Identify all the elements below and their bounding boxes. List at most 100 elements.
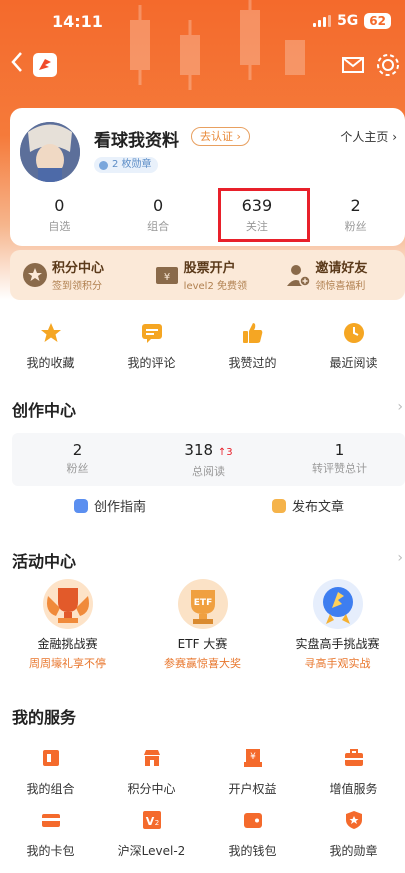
etf-trophy-icon: ETF: [177, 579, 228, 629]
stat-value: 318: [184, 441, 214, 459]
stat-delta: ↑3: [217, 447, 233, 458]
quick-title: 积分中心: [52, 261, 105, 276]
level2-icon: V2: [142, 811, 161, 829]
shortcut-label: 我赞过的: [228, 356, 277, 370]
status-time: 14:11: [52, 12, 103, 31]
svg-text:¥: ¥: [250, 752, 256, 762]
creation-guide-label: 创作指南: [94, 500, 147, 515]
quick-links: 积分中心 签到领积分 ¥ 股票开户 level2 免费领 邀请好友 领惊喜福利: [10, 250, 405, 300]
activity-title: 金融挑战赛: [37, 637, 98, 651]
quick-subtitle: 领惊喜福利: [315, 281, 366, 292]
activity-subtitle: 寻高手观实战: [304, 657, 371, 670]
shortcut-row: 我的收藏 我的评论 我赞过的 最近阅读: [0, 318, 405, 378]
shortcut-label: 我的收藏: [26, 356, 75, 370]
service-level2[interactable]: V2 沪深Level-2: [101, 806, 202, 868]
creation-guide-button[interactable]: 创作指南: [74, 496, 146, 515]
service-label: 开户权益: [228, 782, 277, 796]
personal-homepage-link[interactable]: 个人主页 ›: [340, 128, 397, 145]
creation-stats: 2 粉丝 318 ↑3 总阅读 1 转评赞总计: [12, 433, 405, 486]
service-label: 沪深Level-2: [117, 844, 186, 858]
status-bar: 14:11 5G 62: [0, 0, 405, 44]
shortcut-label: 我的评论: [127, 356, 176, 370]
stat-portfolios[interactable]: 0 组合: [109, 194, 208, 244]
stat-value: 0: [153, 196, 164, 215]
signal-icon: [313, 15, 332, 27]
quick-title: 邀请好友: [315, 261, 368, 276]
services-grid: 我的组合 积分中心 ¥ 开户权益 增值服务 我的卡包 V2 沪深Level-2 …: [0, 744, 405, 873]
activity-title: 实盘高手挑战赛: [295, 637, 380, 651]
open-account-link[interactable]: ¥ 股票开户 level2 免费领: [142, 250, 274, 300]
stat-label: 组合: [147, 220, 170, 233]
app-logo-icon: [33, 53, 57, 77]
verify-button[interactable]: 去认证 ›: [191, 127, 250, 146]
comment-icon: [141, 324, 162, 343]
service-label: 增值服务: [329, 782, 378, 796]
service-label: 我的组合: [26, 782, 75, 796]
shop-icon: [143, 750, 160, 766]
card-icon: [41, 814, 60, 827]
stat-value: 2: [72, 441, 83, 459]
activity-subtitle: 周周壕礼享不停: [29, 657, 106, 670]
my-services-title: 我的服务: [12, 708, 77, 727]
service-card-wallet[interactable]: 我的卡包: [0, 806, 101, 868]
invite-friends-link[interactable]: 邀请好友 领惊喜福利: [273, 250, 405, 300]
guide-icon: [74, 498, 88, 513]
stat-followers[interactable]: 2 粉丝: [306, 194, 405, 244]
stat-value: 1: [334, 441, 345, 459]
activity-finance-challenge[interactable]: 金融挑战赛 周周壕礼享不停: [0, 578, 135, 678]
gear-icon[interactable]: [375, 52, 401, 78]
svg-text:ETF: ETF: [193, 598, 211, 608]
briefcase-icon: [344, 749, 363, 766]
medal-icon: [99, 160, 108, 170]
service-points-center[interactable]: 积分中心: [101, 744, 202, 806]
stat-watchlist[interactable]: 0 自选: [10, 194, 109, 244]
add-user-icon: [287, 265, 312, 287]
service-value-added[interactable]: 增值服务: [303, 744, 404, 806]
creation-actions: 创作指南 发布文章: [0, 496, 405, 522]
thumbs-up-icon: [242, 323, 262, 343]
shortcut-liked[interactable]: 我赞过的: [202, 318, 303, 378]
service-account-benefits[interactable]: ¥ 开户权益: [202, 744, 303, 806]
medal-count-label: 2 枚勋章: [112, 159, 152, 170]
quick-subtitle: 签到领积分: [52, 281, 102, 292]
activity-list: 金融挑战赛 周周壕礼享不停 ETF ETF 大赛 参赛赢惊喜大奖 实盘高手挑战赛…: [0, 578, 405, 678]
publish-icon: [272, 498, 286, 513]
stat-label: 总阅读: [192, 465, 225, 478]
yuan-card-icon: ¥: [243, 749, 262, 767]
star-coin-icon: [23, 263, 47, 287]
medal-count-badge[interactable]: 2 枚勋章: [94, 157, 158, 173]
activity-live-trading-challenge[interactable]: 实盘高手挑战赛 寻高手观实战: [270, 578, 405, 678]
shortcut-comments[interactable]: 我的评论: [101, 318, 202, 378]
shortcut-favorites[interactable]: 我的收藏: [0, 318, 101, 378]
stat-value: 0: [54, 196, 65, 215]
shortcut-recent[interactable]: 最近阅读: [303, 318, 404, 378]
service-my-portfolio[interactable]: 我的组合: [0, 744, 101, 806]
publish-article-button[interactable]: 发布文章: [272, 496, 344, 515]
svg-text:2: 2: [154, 819, 158, 827]
creation-chevron-icon[interactable]: ›: [397, 399, 403, 415]
service-label: 积分中心: [127, 782, 176, 796]
shortcut-label: 最近阅读: [329, 356, 378, 370]
creation-stat-interactions[interactable]: 1 转评赞总计: [274, 433, 405, 486]
service-label: 我的卡包: [26, 844, 75, 858]
points-center-link[interactable]: 积分中心 签到领积分: [10, 250, 142, 300]
activity-etf-contest[interactable]: ETF ETF 大赛 参赛赢惊喜大奖: [135, 578, 270, 678]
stat-label: 粉丝: [344, 220, 367, 233]
publish-article-label: 发布文章: [292, 500, 345, 515]
creation-stat-fans[interactable]: 2 粉丝: [12, 433, 143, 486]
activity-chevron-icon[interactable]: ›: [397, 550, 403, 566]
svg-text:¥: ¥: [163, 272, 169, 283]
service-my-medals[interactable]: 我的勋章: [303, 806, 404, 868]
creation-stat-reads[interactable]: 318 ↑3 总阅读: [143, 433, 274, 486]
mail-icon[interactable]: [341, 53, 365, 77]
battery-icon: 62: [364, 13, 391, 29]
portfolio-icon: [42, 750, 59, 766]
profile-card: 看球我资料 去认证 › 2 枚勋章 个人主页 › 0 自选 0 组合 639 关…: [10, 108, 405, 246]
back-icon[interactable]: [10, 50, 34, 80]
medal-shield-icon: [312, 579, 363, 629]
avatar[interactable]: [20, 122, 80, 182]
service-my-wallet[interactable]: 我的钱包: [202, 806, 303, 868]
profile-stats: 0 自选 0 组合 639 关注 2 粉丝: [10, 194, 405, 244]
activity-subtitle: 参赛赢惊喜大奖: [164, 657, 241, 670]
creation-center-title: 创作中心: [12, 401, 77, 420]
